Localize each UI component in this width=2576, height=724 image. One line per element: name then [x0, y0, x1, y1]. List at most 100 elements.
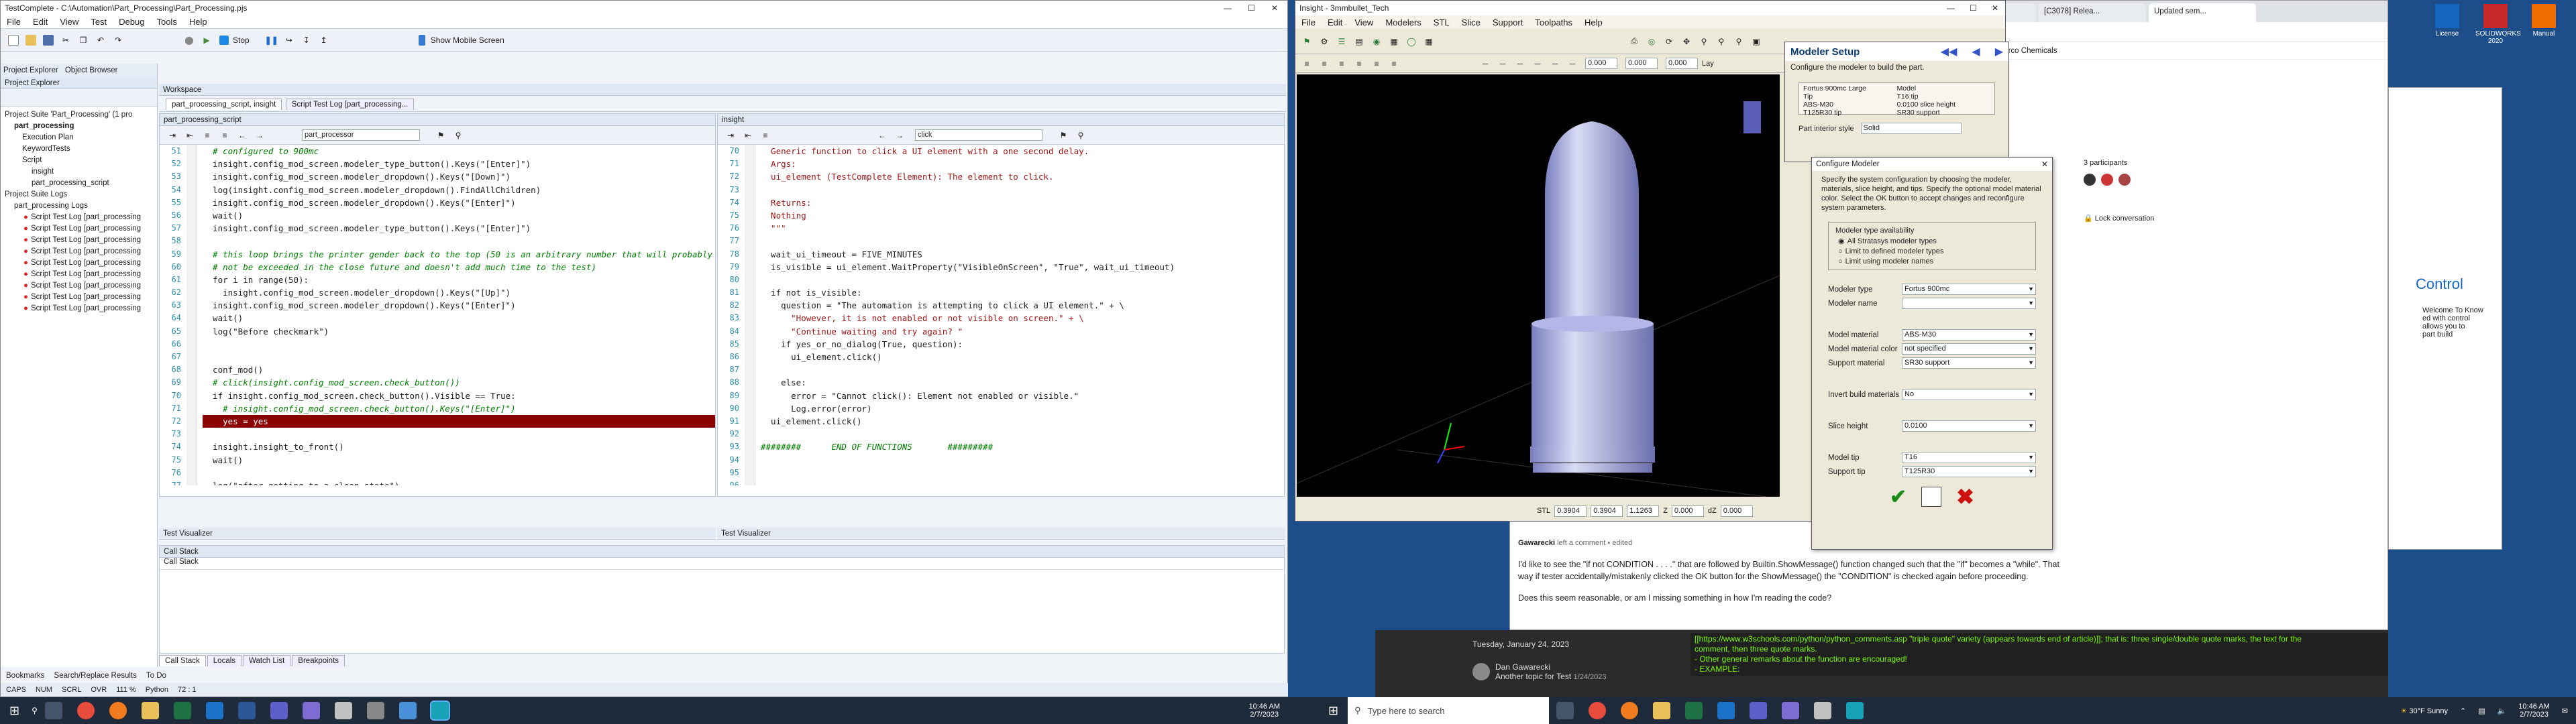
app-icon[interactable] — [366, 702, 384, 719]
code-line[interactable] — [203, 428, 715, 440]
slice-icon[interactable]: ☰ — [1334, 34, 1349, 49]
line-icon[interactable]: ─ — [1530, 56, 1545, 71]
code-line[interactable]: ui_element (TestComplete Element): The e… — [761, 170, 1284, 183]
align-icon[interactable]: ≡ — [1334, 56, 1349, 71]
comment-icon[interactable]: ≡ — [200, 128, 215, 143]
insight-menu-stl[interactable]: STL — [1428, 17, 1456, 27]
taskview-icon[interactable] — [1556, 702, 1574, 719]
search-icon[interactable]: ⚲ — [32, 706, 38, 715]
menu-item-file[interactable]: File — [1, 17, 27, 27]
ok-check-icon[interactable]: ✔ — [1890, 485, 1907, 509]
tab-breakpoints[interactable]: Breakpoints — [292, 654, 345, 666]
left-editor-tab[interactable]: part_processing_script — [160, 114, 715, 126]
code-line[interactable] — [761, 363, 1284, 376]
code-line[interactable]: log("after getting to a clean state") — [203, 479, 715, 485]
code-line[interactable]: conf_mod() — [203, 363, 715, 376]
desktop-icon[interactable]: SOLIDWORKS 2020 — [2475, 4, 2521, 45]
tree-item[interactable]: part_processing Logs — [2, 200, 156, 212]
bookmark-icon-2[interactable]: ⚑ — [1056, 128, 1071, 143]
code-line[interactable]: """ — [761, 222, 1284, 235]
config-field-select[interactable]: SR30 support ▼ — [1902, 357, 2036, 369]
line-icon[interactable]: ─ — [1565, 56, 1580, 71]
code-line[interactable]: ui_element.click() — [761, 351, 1284, 363]
avatar[interactable] — [2118, 174, 2131, 186]
zoom-in-icon[interactable]: ⚲ — [1714, 34, 1729, 49]
step-out-icon[interactable]: ↥ — [317, 33, 331, 48]
zoom-fit-icon[interactable]: ⚲ — [1697, 34, 1711, 49]
stop-label[interactable]: Stop — [233, 36, 250, 45]
config-field-select[interactable]: ABS-M30 ▼ — [1902, 329, 2036, 341]
app-icon[interactable] — [1782, 702, 1800, 719]
view-cube-icon[interactable] — [1743, 101, 1761, 133]
insight-menu-file[interactable]: File — [1295, 17, 1322, 27]
code-line[interactable]: wait() — [203, 209, 715, 222]
code-line[interactable]: wait_ui_timeout = FIVE_MINUTES — [761, 248, 1284, 261]
config-field-select[interactable]: No ▼ — [1902, 389, 2036, 400]
code-line[interactable]: # configured to 900mc — [203, 145, 715, 158]
tab-search-replace-results[interactable]: Search/Replace Results — [54, 672, 137, 680]
copy-icon[interactable]: ❐ — [76, 33, 91, 48]
code-line[interactable]: # insight.config_mod_screen.check_button… — [203, 402, 715, 415]
code-line[interactable] — [203, 467, 715, 479]
code-line[interactable]: yes = yes — [203, 414, 715, 428]
model-icon[interactable]: ▦ — [1421, 34, 1436, 49]
volume-icon[interactable]: 🔈 — [2498, 707, 2507, 715]
powershell-icon[interactable] — [237, 702, 256, 719]
outdent-icon[interactable]: ⇤ — [182, 128, 197, 143]
code-line[interactable]: insight.insight_to_front() — [203, 440, 715, 453]
support-icon[interactable]: ▤ — [1352, 34, 1366, 49]
firefox-icon[interactable] — [1621, 702, 1639, 719]
config-field-select[interactable]: not specified ▼ — [1902, 343, 2036, 355]
app-icon[interactable] — [302, 702, 320, 719]
prev-icon[interactable]: ◀ — [1972, 45, 1980, 58]
mobile-screen-icon[interactable] — [415, 33, 429, 48]
menu-item-test[interactable]: Test — [85, 17, 113, 27]
tree-log-item[interactable]: ● Script Test Log [part_processing — [2, 246, 156, 257]
tab-object-browser[interactable]: Object Browser — [65, 66, 118, 74]
code-line[interactable]: Args: — [761, 158, 1284, 170]
routine-dropdown-2[interactable]: click — [915, 129, 1042, 141]
align-icon[interactable]: ≡ — [1387, 56, 1401, 71]
browser-tab[interactable]: [C3078] Relea... — [2039, 3, 2146, 22]
comment-icon-2[interactable]: ≡ — [758, 128, 773, 143]
tab-watch-list[interactable]: Watch List — [243, 654, 291, 666]
code-line[interactable] — [203, 235, 715, 247]
config-field-select[interactable]: ▼ — [1902, 298, 2036, 309]
tree-item[interactable]: part_processing_script — [2, 178, 156, 189]
stop-icon[interactable] — [217, 33, 231, 48]
rotate-icon[interactable]: ⟳ — [1662, 34, 1676, 49]
code-line[interactable] — [761, 235, 1284, 247]
settings-icon[interactable]: ⚙ — [1317, 34, 1332, 49]
layers-icon[interactable]: ◯ — [1404, 34, 1419, 49]
close-icon[interactable]: ✕ — [1271, 3, 1278, 13]
toolpath-icon[interactable]: ◉ — [1369, 34, 1384, 49]
open-icon[interactable] — [23, 33, 38, 48]
view-icon[interactable]: ▣ — [1749, 34, 1764, 49]
config-field-select[interactable]: T125R30 ▼ — [1902, 466, 2036, 477]
zoom-out-icon[interactable]: ⚲ — [1731, 34, 1746, 49]
tree-log-item[interactable]: ● Script Test Log [part_processing — [2, 269, 156, 280]
insight-menu-slice[interactable]: Slice — [1456, 17, 1487, 27]
code-line[interactable]: error = "Cannot click(): Element not ena… — [761, 389, 1284, 402]
code-line[interactable] — [761, 467, 1284, 479]
code-line[interactable]: log(insight.config_mod_screen.modeler_dr… — [203, 184, 715, 196]
step-over-icon[interactable]: ↪ — [282, 33, 297, 48]
tree-log-item[interactable]: ● Script Test Log [part_processing — [2, 280, 156, 292]
tree-log-item[interactable]: ● Script Test Log [part_processing — [2, 292, 156, 303]
new-icon[interactable] — [6, 33, 21, 48]
tree-log-item[interactable]: ● Script Test Log [part_processing — [2, 303, 156, 314]
config-field-select[interactable]: T16 ▼ — [1902, 452, 2036, 463]
insight-menu-toolpaths[interactable]: Toolpaths — [1529, 17, 1578, 27]
right-editor-tab[interactable]: insight — [718, 114, 1284, 126]
indent-icon[interactable]: ⇥ — [165, 128, 180, 143]
teams-icon[interactable] — [1750, 702, 1768, 719]
testcomplete-icon[interactable] — [429, 701, 450, 721]
browser-tab[interactable]: Updated sem... — [2149, 3, 2256, 22]
menu-item-edit[interactable]: Edit — [27, 17, 54, 27]
step-into-icon[interactable]: ↧ — [299, 33, 314, 48]
testcomplete-icon[interactable] — [1846, 702, 1864, 719]
code-line[interactable]: insight.config_mod_screen.modeler_dropdo… — [203, 170, 715, 183]
maximize-icon[interactable]: ☐ — [1970, 3, 1977, 13]
start-icon[interactable]: ⊞ — [9, 704, 19, 718]
tool-value-1[interactable]: 0.000 — [1585, 58, 1617, 69]
